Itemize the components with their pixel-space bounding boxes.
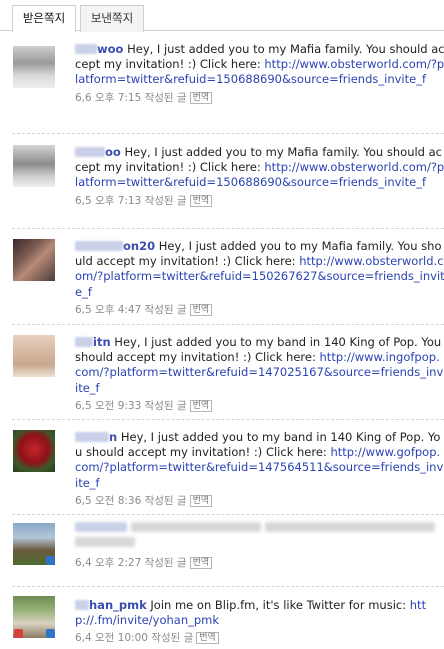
avatar[interactable] (13, 239, 55, 281)
timestamp: 6,5 오후 7:13 작성된 글 (75, 194, 187, 207)
avatar[interactable] (13, 145, 55, 187)
translate-button[interactable]: 번역 (196, 632, 219, 645)
redacted-text (75, 537, 135, 548)
avatar[interactable] (13, 430, 55, 472)
message-meta: 6,5 오후 4:47 작성된 글 번역 (75, 303, 444, 318)
message-body: 6,4 오후 2:27 작성된 글 번역 (75, 521, 444, 571)
timestamp: 6,5 오전 9:33 작성된 글 (75, 399, 187, 412)
translate-button[interactable]: 번역 (189, 91, 213, 104)
message-item: on20 Hey, I just added you to my Mafia f… (12, 229, 444, 325)
message-item: 6,4 오후 2:27 작성된 글 번역 (12, 515, 444, 587)
redacted-text (131, 522, 261, 532)
message-body: han_pmk Join me on Blip.fm, it's like Tw… (75, 598, 444, 647)
redacted-name (75, 44, 97, 54)
timestamp: 6,5 오후 4:47 작성된 글 (75, 303, 187, 316)
message-body: on20 Hey, I just added you to my Mafia f… (75, 239, 444, 318)
message-meta: 6,4 오후 2:27 작성된 글 번역 (75, 556, 444, 571)
message-text: Join me on Blip.fm, it's like Twitter fo… (146, 598, 410, 612)
avatar[interactable] (13, 46, 55, 88)
translate-button[interactable]: 번역 (189, 557, 213, 569)
redacted-sender (75, 522, 127, 532)
message-body: woo Hey, I just added you to my Mafia fa… (75, 42, 444, 106)
redacted-name (75, 432, 109, 442)
timestamp: 6,4 오전 10:00 작성된 글 (75, 632, 194, 645)
timestamp: 6,6 오후 7:15 작성된 글 (75, 91, 187, 104)
redacted-name (75, 337, 93, 347)
sender-name[interactable]: han_pmk (75, 598, 147, 612)
translate-button[interactable]: 번역 (189, 399, 213, 412)
message-item: itn Hey, I just added you to my band in … (12, 325, 444, 420)
avatar[interactable] (13, 335, 55, 377)
sender-name[interactable]: woo (75, 42, 123, 56)
message-meta: 6,6 오후 7:15 작성된 글 번역 (75, 91, 444, 106)
timestamp: 6,5 오전 8:36 작성된 글 (75, 494, 187, 507)
tab-received-messages[interactable]: 받은쪽지 (12, 5, 76, 32)
message-item: oo Hey, I just added you to my Mafia fam… (12, 134, 444, 229)
message-tabs: 받은쪽지 보낸쪽지 (0, 0, 444, 32)
translate-button[interactable]: 번역 (189, 194, 213, 207)
sender-name[interactable]: oo (75, 145, 121, 159)
redacted-name (75, 241, 123, 251)
message-meta: 6,5 오전 9:33 작성된 글 번역 (75, 399, 444, 414)
status-badge (46, 556, 55, 565)
timestamp: 6,4 오후 2:27 작성된 글 (75, 557, 187, 569)
translate-button[interactable]: 번역 (189, 303, 213, 316)
message-meta: 6,5 오전 8:36 작성된 글 번역 (75, 494, 444, 509)
message-body: n Hey, I just added you to my band in 14… (75, 430, 444, 509)
sender-name[interactable]: n (75, 430, 117, 444)
message-body: oo Hey, I just added you to my Mafia fam… (75, 145, 444, 209)
message-body: itn Hey, I just added you to my band in … (75, 335, 444, 414)
message-item: n Hey, I just added you to my band in 14… (12, 420, 444, 515)
redacted-message (75, 521, 444, 553)
avatar[interactable] (13, 523, 55, 565)
message-meta: 6,5 오후 7:13 작성된 글 번역 (75, 194, 444, 209)
redacted-name (75, 147, 105, 157)
message-item: han_pmk Join me on Blip.fm, it's like Tw… (12, 587, 444, 649)
avatar[interactable] (13, 596, 55, 638)
message-item: woo Hey, I just added you to my Mafia fa… (12, 32, 444, 134)
tab-sent-messages[interactable]: 보낸쪽지 (80, 5, 144, 32)
status-badge (46, 629, 55, 638)
sender-name[interactable]: itn (75, 335, 111, 349)
message-meta: 6,4 오전 10:00 작성된 글 번역 (75, 631, 444, 646)
sender-name[interactable]: on20 (75, 239, 155, 253)
translate-button[interactable]: 번역 (189, 494, 213, 507)
status-badge (14, 629, 23, 638)
redacted-name (75, 600, 89, 610)
redacted-text (265, 522, 435, 532)
